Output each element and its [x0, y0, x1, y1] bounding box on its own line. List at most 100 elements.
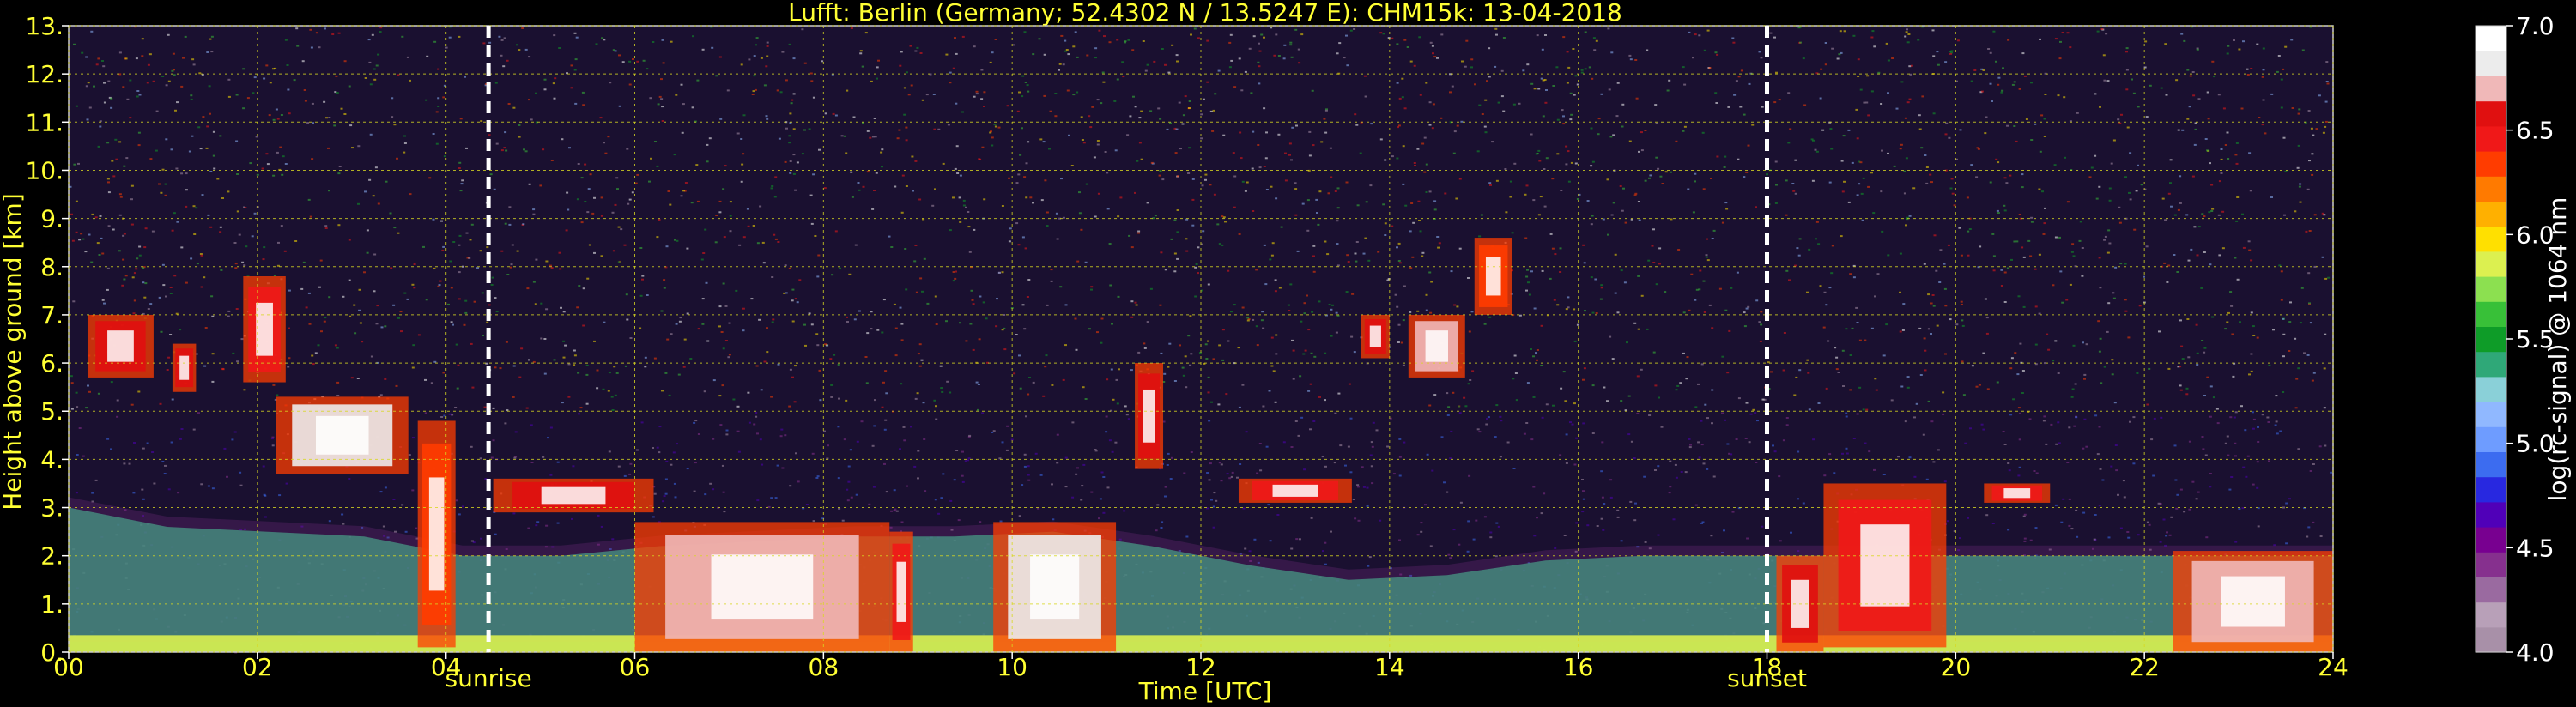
noise-pixel [729, 201, 732, 203]
cloud-layer [1238, 478, 1352, 503]
noise-pixel [1406, 46, 1409, 48]
noise-pixel [1882, 354, 1886, 357]
noise-pixel [2290, 39, 2294, 41]
noise-pixel [2012, 398, 2015, 401]
noise-pixel [1187, 172, 1191, 174]
noise-pixel [1951, 192, 1955, 195]
noise-pixel [1355, 260, 1358, 263]
noise-pixel [361, 341, 364, 343]
noise-pixel [1386, 445, 1390, 448]
noise-pixel [1995, 60, 1997, 63]
noise-pixel [1556, 118, 1560, 121]
noise-pixel [1830, 148, 1834, 150]
noise-pixel [307, 198, 311, 201]
noise-pixel [850, 27, 853, 29]
noise-pixel [2175, 507, 2179, 510]
noise-pixel [1842, 385, 1845, 387]
noise-pixel [75, 200, 78, 202]
noise-pixel [2112, 297, 2116, 299]
noise-pixel [596, 387, 599, 390]
noise-pixel [2038, 188, 2041, 190]
noise-pixel [1208, 479, 1211, 481]
noise-pixel [1694, 33, 1697, 36]
noise-pixel [1899, 252, 1902, 255]
noise-pixel [1288, 154, 1291, 156]
noise-pixel [934, 295, 937, 298]
noise-pixel [1559, 454, 1562, 456]
noise-pixel [779, 435, 783, 438]
noise-pixel [1246, 319, 1250, 322]
noise-pixel [661, 106, 664, 108]
noise-pixel [1675, 476, 1678, 479]
noise-pixel [1754, 412, 1757, 414]
noise-pixel [1824, 42, 1827, 44]
noise-pixel [1417, 200, 1421, 202]
noise-pixel [1549, 233, 1553, 235]
noise-pixel [417, 334, 421, 336]
noise-pixel [1398, 97, 1402, 100]
noise-pixel [212, 130, 215, 133]
noise-pixel [123, 462, 126, 465]
noise-pixel [95, 63, 99, 66]
noise-pixel [789, 485, 792, 487]
noise-pixel [399, 311, 403, 313]
noise-pixel [235, 308, 239, 310]
noise-pixel [1932, 305, 1936, 307]
noise-pixel [1313, 355, 1317, 358]
noise-pixel [1922, 433, 1925, 436]
noise-pixel [2043, 136, 2046, 137]
noise-pixel [636, 60, 639, 63]
noise-pixel [1808, 408, 1811, 411]
noise-pixel [1831, 245, 1834, 247]
noise-pixel [2127, 536, 2131, 539]
noise-pixel [784, 434, 787, 437]
noise-pixel [1627, 433, 1631, 436]
noise-pixel [656, 165, 659, 167]
noise-pixel [1398, 438, 1402, 440]
noise-pixel [2125, 69, 2129, 71]
noise-pixel [1189, 315, 1192, 317]
noise-pixel [1260, 33, 1264, 36]
noise-pixel [1985, 332, 1989, 335]
noise-pixel [624, 365, 627, 367]
noise-pixel [2132, 416, 2136, 419]
noise-pixel [2145, 245, 2149, 248]
noise-pixel [227, 315, 230, 317]
noise-pixel [199, 253, 203, 255]
noise-pixel [488, 304, 491, 306]
noise-pixel [1540, 77, 1543, 80]
noise-pixel [1026, 84, 1029, 87]
noise-pixel [812, 173, 815, 176]
noise-pixel [1001, 329, 1004, 331]
noise-pixel [1062, 378, 1065, 381]
noise-pixel [2210, 210, 2214, 212]
noise-pixel [1218, 344, 1221, 347]
noise-pixel [2275, 395, 2278, 397]
noise-pixel [328, 520, 331, 523]
noise-pixel [1634, 59, 1638, 61]
noise-pixel [1273, 54, 1276, 57]
noise-pixel [588, 244, 591, 246]
noise-pixel [1906, 41, 1910, 44]
noise-pixel [1772, 444, 1774, 447]
noise-pixel [718, 395, 722, 397]
noise-pixel [2166, 281, 2169, 283]
noise-pixel [72, 300, 76, 303]
noise-pixel [1032, 202, 1034, 204]
noise-pixel [2090, 166, 2094, 169]
noise-pixel [1559, 271, 1562, 273]
noise-pixel [2070, 528, 2074, 530]
noise-pixel [918, 198, 922, 201]
noise-pixel [1495, 404, 1499, 407]
noise-pixel [486, 321, 489, 323]
noise-pixel [1137, 351, 1141, 354]
noise-pixel [1591, 160, 1595, 163]
noise-pixel [190, 257, 193, 260]
noise-pixel [1874, 378, 1877, 380]
noise-pixel [1543, 168, 1546, 170]
noise-pixel [953, 479, 956, 481]
noise-pixel [2193, 143, 2197, 146]
noise-pixel [545, 260, 549, 263]
noise-pixel [1760, 323, 1763, 326]
noise-pixel [2149, 84, 2152, 87]
